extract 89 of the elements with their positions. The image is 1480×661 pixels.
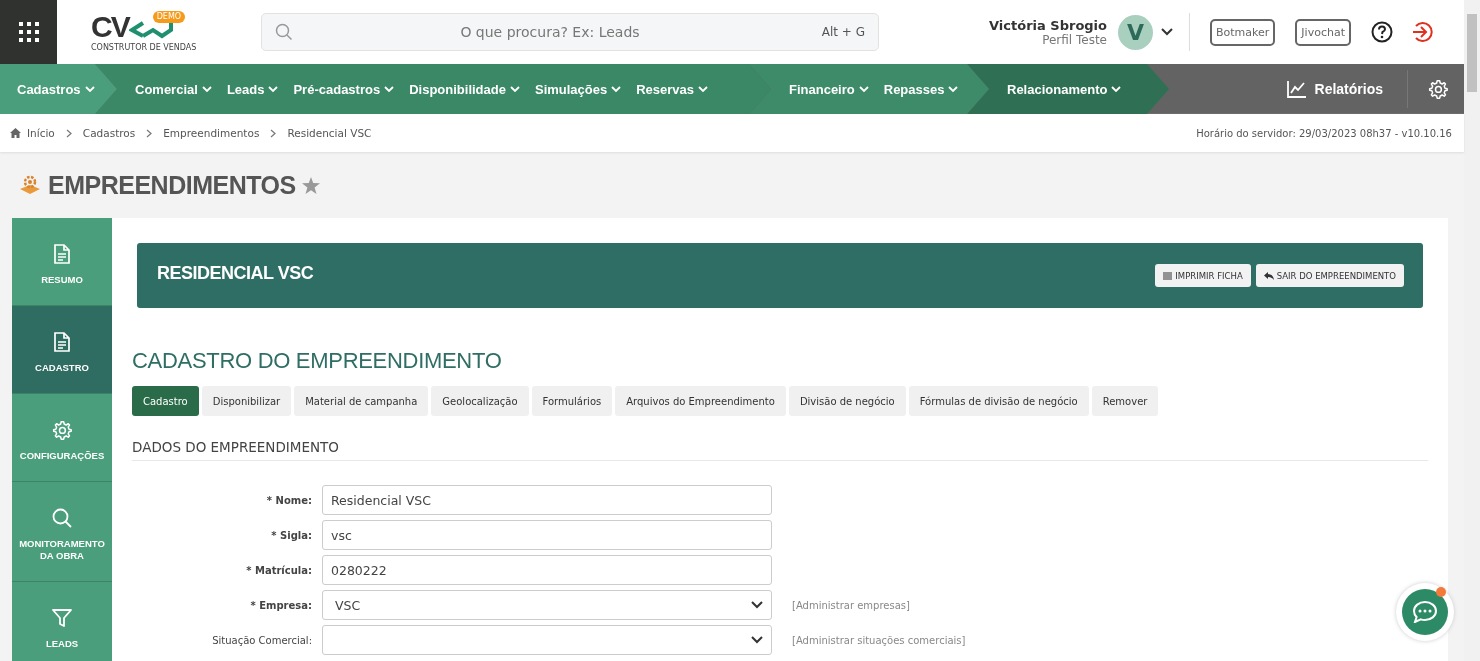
- sidebar-item[interactable]: MONITORAMENTO DA OBRA: [12, 482, 112, 582]
- tab[interactable]: Divisão de negócio: [788, 386, 906, 416]
- search-icon: [275, 23, 293, 41]
- apps-menu-button[interactable]: [0, 0, 57, 64]
- shortcut-hint: Alt + G: [821, 25, 865, 39]
- text-field[interactable]: Residencial VSC: [322, 485, 772, 515]
- demo-badge: DEMO: [152, 11, 186, 23]
- nav-menu-item[interactable]: Relacionamento: [1007, 81, 1122, 97]
- breadcrumb-link[interactable]: Início: [27, 127, 55, 139]
- user-avatar[interactable]: V: [1118, 14, 1153, 50]
- chevron-down-icon: [948, 85, 959, 93]
- chevron-down-icon: [751, 601, 763, 609]
- settings-icon[interactable]: [1428, 79, 1448, 99]
- exit-button[interactable]: SAIR DO EMPREENDIMENTO: [1255, 264, 1404, 287]
- nav-menu-item[interactable]: Simulações: [534, 81, 622, 97]
- nav-menu-item[interactable]: Comercial: [135, 81, 212, 97]
- tab[interactable]: Geolocalização: [431, 386, 529, 416]
- field-label: * Sigla:: [270, 529, 313, 541]
- chevron-down-icon: [509, 85, 520, 93]
- nav-menu-item[interactable]: Reservas: [636, 81, 709, 97]
- tab[interactable]: Material de campanha: [294, 386, 429, 416]
- home-icon: [10, 128, 21, 138]
- server-time: Horário do servidor: 29/03/2023 08h37 - v10.10.16: [1196, 127, 1452, 139]
- sidebar-item[interactable]: CONFIGURAÇÕES: [12, 394, 112, 482]
- field-label: * Empresa:: [249, 599, 313, 611]
- chevron-down-icon[interactable]: [1161, 28, 1173, 36]
- logo-text[interactable]: CV: [91, 11, 129, 43]
- document-icon: [53, 331, 71, 352]
- print-button[interactable]: IMPRIMIR FICHA: [1155, 264, 1251, 287]
- filter-icon: [52, 607, 72, 628]
- logout-icon[interactable]: [1410, 21, 1433, 43]
- nav-menu-item[interactable]: Disponibilidade: [409, 81, 520, 97]
- reports-link[interactable]: Relatórios: [1280, 79, 1389, 99]
- nav-menu-item[interactable]: Leads: [226, 81, 279, 97]
- breadcrumb-link[interactable]: Empreendimentos: [163, 127, 260, 139]
- nav-menu-item[interactable]: Pré-cadastros: [293, 81, 395, 97]
- nav-menu-item[interactable]: Repasses: [883, 81, 959, 97]
- chat-bubble-icon: [1413, 601, 1437, 623]
- tab[interactable]: Fórmulas de divisão de negócio: [908, 386, 1089, 416]
- search-icon: [52, 507, 72, 528]
- admin-link[interactable]: [Administrar situações comerciais]: [792, 634, 966, 646]
- tab[interactable]: Cadastro: [132, 386, 199, 416]
- text-field[interactable]: vsc: [322, 520, 772, 550]
- form-section-title: DADOS DO EMPREENDIMENTO: [132, 439, 1428, 461]
- field-label: * Matrícula:: [245, 564, 313, 576]
- breadcrumb-link[interactable]: Cadastros: [82, 127, 136, 139]
- chevron-down-icon: [751, 636, 763, 644]
- reply-arrow-icon: [1263, 271, 1274, 280]
- section-title: CADASTRO DO EMPREENDIMENTO: [132, 348, 503, 374]
- help-icon[interactable]: [1370, 21, 1393, 43]
- chevron-right-icon: [65, 128, 72, 138]
- chevron-right-icon: [146, 128, 153, 138]
- chevron-down-icon: [384, 85, 395, 93]
- tab[interactable]: Disponibilizar: [201, 386, 292, 416]
- admin-link[interactable]: [Administrar empresas]: [792, 599, 910, 611]
- text-field[interactable]: 0280222: [322, 555, 772, 585]
- user-profile: Perfil Teste: [1042, 32, 1107, 47]
- chevron-down-icon: [698, 85, 709, 93]
- chevron-down-icon: [858, 85, 869, 93]
- tab[interactable]: Formulários: [531, 386, 613, 416]
- chart-icon: [1286, 80, 1307, 98]
- building-hand-icon: [18, 174, 42, 196]
- logo-tagline: CONSTRUTOR DE VENDAS: [91, 43, 197, 53]
- sidebar-item[interactable]: RESUMO: [12, 218, 112, 306]
- select-field[interactable]: VSC: [322, 590, 772, 620]
- page-title: EMPREENDIMENTOS: [48, 170, 296, 200]
- field-label: * Nome:: [265, 494, 313, 506]
- chevron-down-icon: [268, 85, 279, 93]
- document-icon: [53, 243, 71, 264]
- nav-menu-item[interactable]: Financeiro: [789, 81, 869, 97]
- sidebar-item[interactable]: LEADS: [12, 582, 112, 661]
- user-name: Victória Sbrogio: [989, 17, 1107, 33]
- chevron-down-icon: [1111, 85, 1122, 93]
- nav-menu-item[interactable]: Cadastros: [17, 81, 95, 97]
- integration-button[interactable]: Jivochat: [1295, 18, 1351, 46]
- chevron-down-icon: [611, 85, 622, 93]
- select-field[interactable]: [322, 625, 772, 655]
- tab[interactable]: Arquivos do Empreendimento: [615, 386, 786, 416]
- field-label: Situação Comercial:: [211, 634, 313, 646]
- star-icon[interactable]: [301, 176, 320, 194]
- chevron-down-icon: [84, 85, 95, 93]
- tab[interactable]: Remover: [1091, 386, 1159, 416]
- sidebar-item[interactable]: CADASTRO: [12, 306, 112, 394]
- integration-button[interactable]: Botmaker: [1210, 18, 1276, 46]
- chevron-down-icon: [201, 85, 212, 93]
- grid-icon[interactable]: [17, 21, 40, 43]
- chevron-right-icon: [270, 128, 277, 138]
- banner-title: RESIDENCIAL VSC: [157, 263, 314, 284]
- settings-icon: [52, 419, 72, 440]
